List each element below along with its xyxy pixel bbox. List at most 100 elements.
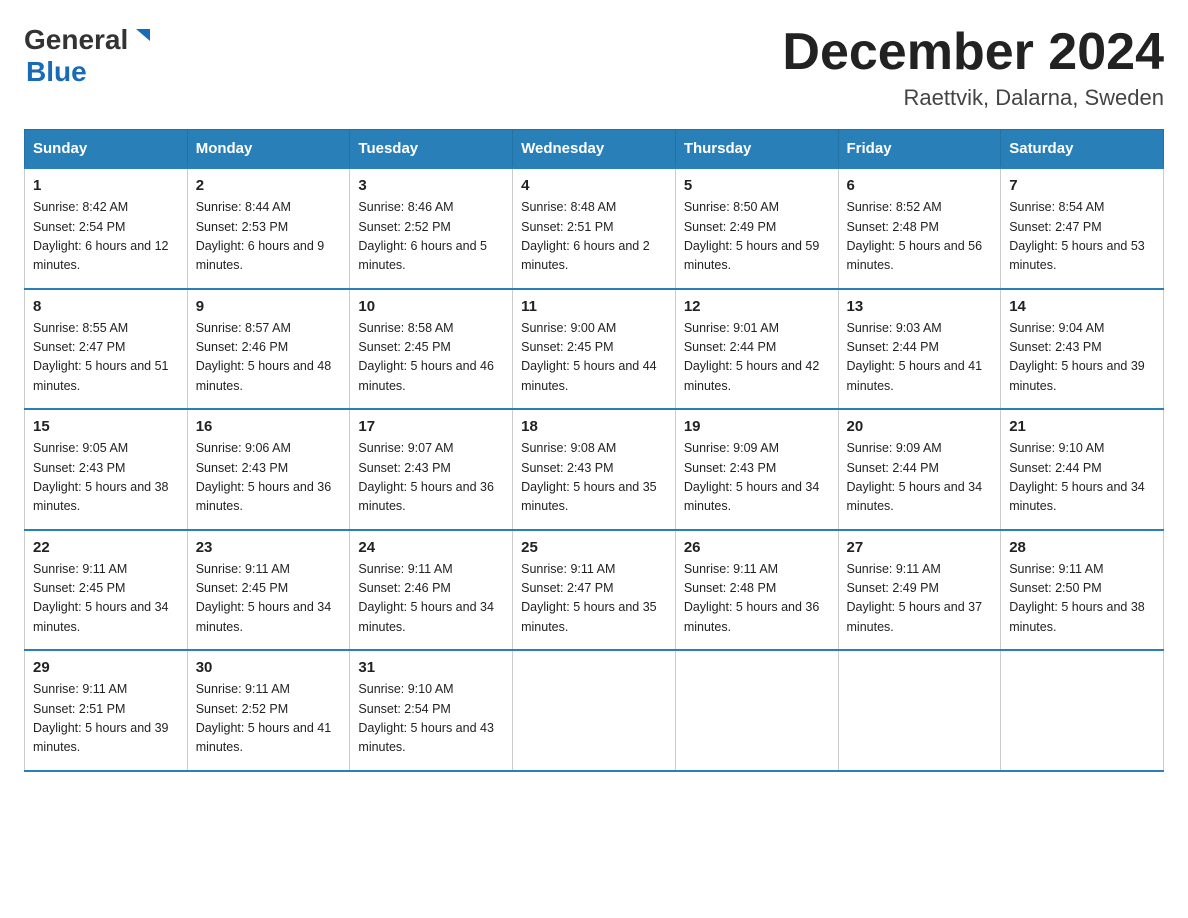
- calendar-cell: 27 Sunrise: 9:11 AMSunset: 2:49 PMDayligh…: [838, 530, 1001, 651]
- calendar-cell: 17 Sunrise: 9:07 AMSunset: 2:43 PMDayligh…: [350, 409, 513, 530]
- calendar-cell: 5 Sunrise: 8:50 AMSunset: 2:49 PMDaylight…: [675, 168, 838, 289]
- calendar-cell: 3Sunrise: 8:46 AMSunset: 2:52 PMDaylight…: [350, 168, 513, 289]
- calendar-week-row: 8 Sunrise: 8:55 AMSunset: 2:47 PMDaylight…: [25, 289, 1164, 410]
- day-number: 23: [196, 539, 342, 556]
- calendar-cell: 23 Sunrise: 9:11 AMSunset: 2:45 PMDayligh…: [187, 530, 350, 651]
- calendar-cell: 9 Sunrise: 8:57 AMSunset: 2:46 PMDaylight…: [187, 289, 350, 410]
- calendar-cell: 7 Sunrise: 8:54 AMSunset: 2:47 PMDaylight…: [1001, 168, 1164, 289]
- calendar-cell: 10Sunrise: 8:58 AMSunset: 2:45 PMDayligh…: [350, 289, 513, 410]
- day-number: 19: [684, 418, 830, 435]
- day-number: 25: [521, 539, 667, 556]
- calendar-cell: [513, 650, 676, 771]
- day-number: 6: [847, 177, 993, 194]
- logo-general-text: General: [24, 24, 128, 56]
- day-number: 31: [358, 659, 504, 676]
- calendar-cell: 16Sunrise: 9:06 AMSunset: 2:43 PMDayligh…: [187, 409, 350, 530]
- calendar-cell: 21 Sunrise: 9:10 AMSunset: 2:44 PMDayligh…: [1001, 409, 1164, 530]
- day-info: Sunrise: 8:52 AMSunset: 2:48 PMDaylight:…: [847, 198, 993, 276]
- day-number: 22: [33, 539, 179, 556]
- day-info: Sunrise: 9:10 AMSunset: 2:44 PMDaylight:…: [1009, 439, 1155, 517]
- calendar-cell: 15 Sunrise: 9:05 AMSunset: 2:43 PMDayligh…: [25, 409, 188, 530]
- day-number: 11: [521, 298, 667, 315]
- day-number: 8: [33, 298, 179, 315]
- day-number: 10: [358, 298, 504, 315]
- calendar-cell: 20 Sunrise: 9:09 AMSunset: 2:44 PMDayligh…: [838, 409, 1001, 530]
- day-info: Sunrise: 8:54 AMSunset: 2:47 PMDaylight:…: [1009, 198, 1155, 276]
- calendar-week-row: 1 Sunrise: 8:42 AMSunset: 2:54 PMDaylight…: [25, 168, 1164, 289]
- calendar-cell: 26 Sunrise: 9:11 AMSunset: 2:48 PMDayligh…: [675, 530, 838, 651]
- day-number: 26: [684, 539, 830, 556]
- calendar-week-row: 15 Sunrise: 9:05 AMSunset: 2:43 PMDayligh…: [25, 409, 1164, 530]
- day-number: 15: [33, 418, 179, 435]
- day-info: Sunrise: 8:48 AMSunset: 2:51 PMDaylight:…: [521, 198, 667, 276]
- calendar-cell: 18 Sunrise: 9:08 AMSunset: 2:43 PMDayligh…: [513, 409, 676, 530]
- calendar-cell: 13 Sunrise: 9:03 AMSunset: 2:44 PMDayligh…: [838, 289, 1001, 410]
- calendar-cell: 22 Sunrise: 9:11 AMSunset: 2:45 PMDayligh…: [25, 530, 188, 651]
- col-header-friday: Friday: [838, 130, 1001, 169]
- day-info: Sunrise: 9:00 AMSunset: 2:45 PMDaylight:…: [521, 319, 667, 397]
- day-info: Sunrise: 8:57 AMSunset: 2:46 PMDaylight:…: [196, 319, 342, 397]
- day-info: Sunrise: 8:50 AMSunset: 2:49 PMDaylight:…: [684, 198, 830, 276]
- day-number: 5: [684, 177, 830, 194]
- day-info: Sunrise: 9:08 AMSunset: 2:43 PMDaylight:…: [521, 439, 667, 517]
- calendar-cell: 29 Sunrise: 9:11 AMSunset: 2:51 PMDayligh…: [25, 650, 188, 771]
- day-info: Sunrise: 9:05 AMSunset: 2:43 PMDaylight:…: [33, 439, 179, 517]
- col-header-sunday: Sunday: [25, 130, 188, 169]
- calendar-cell: 4 Sunrise: 8:48 AMSunset: 2:51 PMDaylight…: [513, 168, 676, 289]
- day-number: 12: [684, 298, 830, 315]
- calendar-week-row: 29 Sunrise: 9:11 AMSunset: 2:51 PMDayligh…: [25, 650, 1164, 771]
- day-info: Sunrise: 8:55 AMSunset: 2:47 PMDaylight:…: [33, 319, 179, 397]
- day-number: 30: [196, 659, 342, 676]
- calendar-cell: 25Sunrise: 9:11 AMSunset: 2:47 PMDayligh…: [513, 530, 676, 651]
- day-info: Sunrise: 9:11 AMSunset: 2:52 PMDaylight:…: [196, 680, 342, 758]
- calendar-cell: 24Sunrise: 9:11 AMSunset: 2:46 PMDayligh…: [350, 530, 513, 651]
- day-number: 27: [847, 539, 993, 556]
- day-info: Sunrise: 9:11 AMSunset: 2:48 PMDaylight:…: [684, 560, 830, 638]
- day-info: Sunrise: 9:06 AMSunset: 2:43 PMDaylight:…: [196, 439, 342, 517]
- col-header-monday: Monday: [187, 130, 350, 169]
- day-info: Sunrise: 8:46 AMSunset: 2:52 PMDaylight:…: [358, 198, 504, 276]
- day-info: Sunrise: 9:01 AMSunset: 2:44 PMDaylight:…: [684, 319, 830, 397]
- calendar-cell: [675, 650, 838, 771]
- day-info: Sunrise: 9:03 AMSunset: 2:44 PMDaylight:…: [847, 319, 993, 397]
- day-number: 9: [196, 298, 342, 315]
- day-number: 1: [33, 177, 179, 194]
- day-info: Sunrise: 9:10 AMSunset: 2:54 PMDaylight:…: [358, 680, 504, 758]
- day-number: 24: [358, 539, 504, 556]
- day-number: 13: [847, 298, 993, 315]
- logo: General Blue: [24, 24, 152, 88]
- day-number: 14: [1009, 298, 1155, 315]
- calendar-cell: 30 Sunrise: 9:11 AMSunset: 2:52 PMDayligh…: [187, 650, 350, 771]
- col-header-wednesday: Wednesday: [513, 130, 676, 169]
- calendar-cell: [838, 650, 1001, 771]
- day-info: Sunrise: 9:09 AMSunset: 2:44 PMDaylight:…: [847, 439, 993, 517]
- day-number: 29: [33, 659, 179, 676]
- day-number: 17: [358, 418, 504, 435]
- day-info: Sunrise: 8:42 AMSunset: 2:54 PMDaylight:…: [33, 198, 179, 276]
- day-info: Sunrise: 9:11 AMSunset: 2:45 PMDaylight:…: [33, 560, 179, 638]
- day-number: 18: [521, 418, 667, 435]
- month-title: December 2024: [782, 24, 1164, 81]
- calendar-week-row: 22 Sunrise: 9:11 AMSunset: 2:45 PMDayligh…: [25, 530, 1164, 651]
- calendar-cell: [1001, 650, 1164, 771]
- day-number: 2: [196, 177, 342, 194]
- day-info: Sunrise: 9:11 AMSunset: 2:51 PMDaylight:…: [33, 680, 179, 758]
- col-header-saturday: Saturday: [1001, 130, 1164, 169]
- location-title: Raettvik, Dalarna, Sweden: [782, 85, 1164, 111]
- day-info: Sunrise: 9:07 AMSunset: 2:43 PMDaylight:…: [358, 439, 504, 517]
- col-header-thursday: Thursday: [675, 130, 838, 169]
- calendar-table: SundayMondayTuesdayWednesdayThursdayFrid…: [24, 129, 1164, 772]
- calendar-cell: 2 Sunrise: 8:44 AMSunset: 2:53 PMDaylight…: [187, 168, 350, 289]
- day-info: Sunrise: 9:04 AMSunset: 2:43 PMDaylight:…: [1009, 319, 1155, 397]
- day-number: 7: [1009, 177, 1155, 194]
- day-info: Sunrise: 9:11 AMSunset: 2:49 PMDaylight:…: [847, 560, 993, 638]
- day-info: Sunrise: 9:11 AMSunset: 2:50 PMDaylight:…: [1009, 560, 1155, 638]
- day-number: 4: [521, 177, 667, 194]
- calendar-cell: 1 Sunrise: 8:42 AMSunset: 2:54 PMDaylight…: [25, 168, 188, 289]
- day-info: Sunrise: 9:11 AMSunset: 2:45 PMDaylight:…: [196, 560, 342, 638]
- day-number: 21: [1009, 418, 1155, 435]
- day-number: 20: [847, 418, 993, 435]
- calendar-cell: 6 Sunrise: 8:52 AMSunset: 2:48 PMDaylight…: [838, 168, 1001, 289]
- day-info: Sunrise: 8:44 AMSunset: 2:53 PMDaylight:…: [196, 198, 342, 276]
- calendar-cell: 19Sunrise: 9:09 AMSunset: 2:43 PMDayligh…: [675, 409, 838, 530]
